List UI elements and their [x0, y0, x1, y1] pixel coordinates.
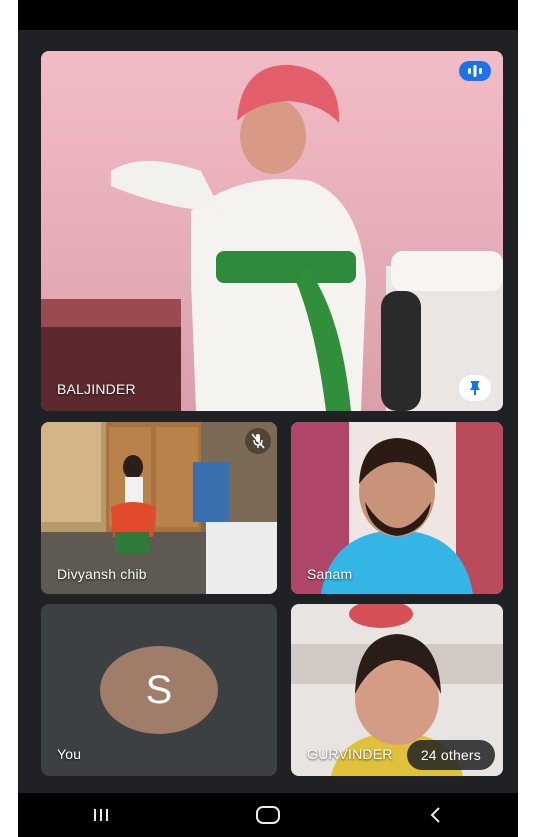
- participant-name: You: [57, 746, 82, 762]
- participant-tile-divyansh[interactable]: Divyansh chib: [41, 422, 277, 594]
- participant-tile-you[interactable]: S You: [41, 604, 277, 776]
- participant-tile-main[interactable]: BALJINDER: [41, 51, 503, 411]
- mic-off-icon: [251, 433, 265, 449]
- participant-name: Sanam: [307, 566, 353, 582]
- mute-indicator: [245, 428, 271, 454]
- home-icon: [255, 806, 280, 824]
- participant-name: Divyansh chib: [57, 566, 147, 582]
- participant-video-main: [41, 51, 503, 411]
- pin-button[interactable]: [459, 375, 491, 401]
- audio-level-icon: [468, 65, 482, 77]
- participant-name: GURVINDER: [307, 746, 393, 762]
- pin-icon: [470, 381, 480, 395]
- participant-tile-sanam[interactable]: Sanam: [291, 422, 503, 594]
- participant-tile-gurvinder[interactable]: GURVINDER 24 others: [291, 604, 503, 776]
- home-button[interactable]: [238, 793, 298, 837]
- meeting-grid: BALJINDER Divyansh chib Sanam S You GURV…: [18, 30, 518, 793]
- back-button[interactable]: [405, 793, 465, 837]
- status-bar: [18, 0, 518, 30]
- recents-button[interactable]: [71, 793, 131, 837]
- speaking-indicator: [459, 61, 491, 81]
- back-icon: [430, 807, 440, 823]
- others-count-button[interactable]: 24 others: [406, 740, 495, 770]
- avatar: S: [100, 646, 218, 734]
- phone-screen: BALJINDER Divyansh chib Sanam S You GURV…: [18, 0, 518, 837]
- participant-name: BALJINDER: [57, 381, 136, 397]
- system-navigation-bar: [18, 793, 518, 837]
- recents-icon: [94, 809, 109, 821]
